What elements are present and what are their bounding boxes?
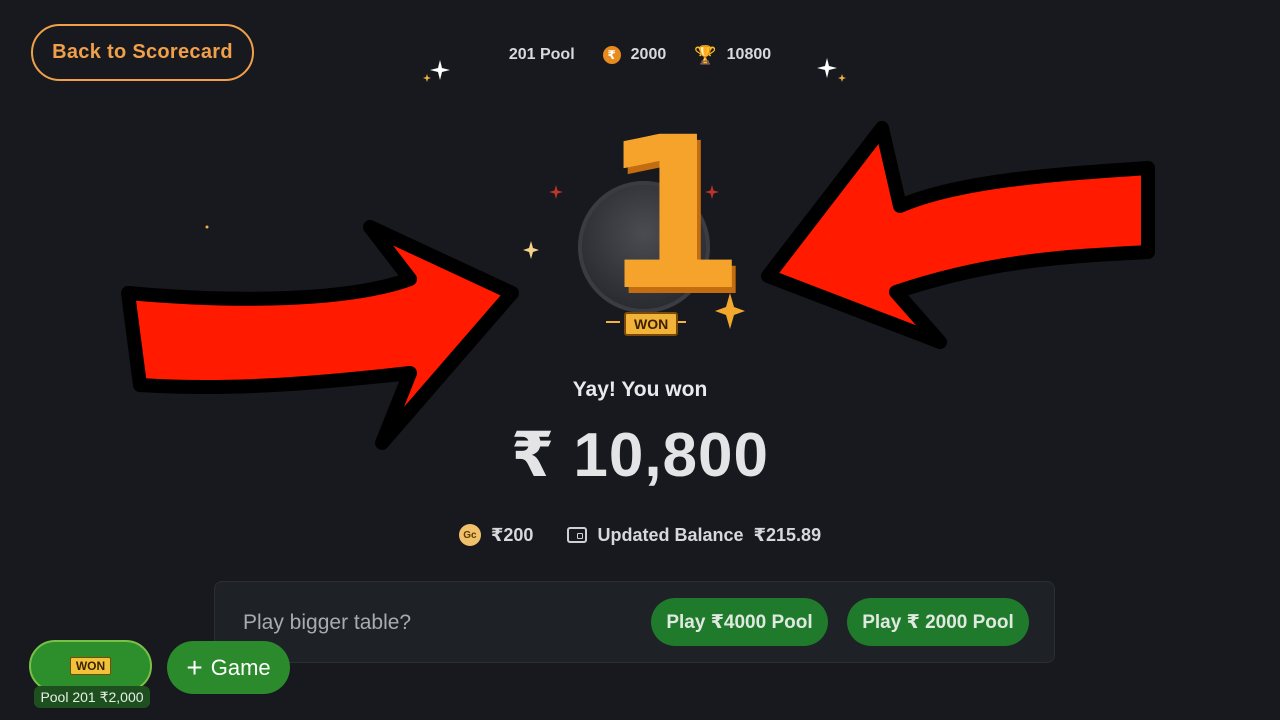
won-tag: WON: [624, 312, 679, 336]
play-2000-pool-button[interactable]: Play ₹ 2000 Pool: [847, 598, 1029, 646]
sparkle-icon: [817, 58, 846, 82]
add-game-button[interactable]: + Game: [167, 641, 290, 694]
rank-badge: 1 WON: [560, 92, 747, 345]
plus-icon: +: [186, 651, 203, 683]
table-pool-label: Pool 201 ₹2,000: [34, 686, 150, 708]
left-red-arrow-icon: [121, 220, 519, 450]
wallet-icon: [567, 527, 588, 543]
updated-balance-value: ₹215.89: [753, 524, 822, 545]
gc-coin-icon: Gc: [458, 524, 481, 546]
win-message: Yay! You won: [572, 378, 708, 401]
bigger-table-panel: Play bigger table? Play ₹4000 Pool Play …: [214, 581, 1055, 663]
prize-amount: 10800: [726, 46, 772, 63]
add-game-label: Game: [210, 654, 271, 680]
updated-balance-label: Updated Balance: [597, 524, 744, 545]
bigger-table-prompt: Play bigger table?: [243, 611, 412, 634]
won-tag-mini: WON: [69, 657, 112, 675]
sparkle-icon: [423, 60, 450, 82]
bonus-amount: ₹200: [490, 524, 534, 545]
entry-fee: 2000: [630, 46, 667, 63]
rupee-coin-icon: ₹: [602, 46, 621, 64]
balance-row: Gc ₹200 Updated Balance ₹215.89: [0, 524, 1280, 546]
trophy-icon: 🏆: [694, 45, 717, 65]
rank-number: 1: [600, 92, 747, 337]
right-red-arrow-icon: [761, 121, 1155, 349]
current-table-tab[interactable]: WON: [29, 640, 152, 692]
win-amount: ₹ 10,800: [511, 421, 769, 490]
game-info-bar: 201 Pool ₹ 2000 🏆 10800: [0, 46, 1280, 64]
play-4000-pool-button[interactable]: Play ₹4000 Pool: [651, 598, 828, 646]
game-name: 201 Pool: [508, 46, 575, 63]
won-ray: [606, 321, 620, 323]
